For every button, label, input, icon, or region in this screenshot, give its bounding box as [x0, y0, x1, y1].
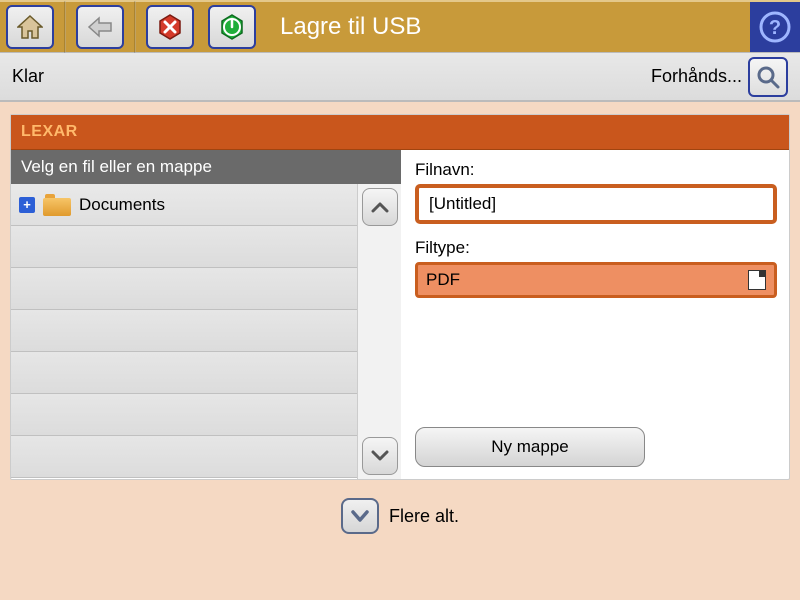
filename-label: Filnavn:: [415, 160, 777, 180]
scroll-down-button[interactable]: [362, 437, 398, 475]
file-row-empty: [11, 310, 357, 352]
more-options-label: Flere alt.: [389, 506, 459, 527]
back-button[interactable]: [76, 5, 124, 49]
status-text: Klar: [12, 66, 651, 87]
file-name: Documents: [79, 195, 165, 215]
svg-text:?: ?: [769, 17, 781, 39]
device-label: LEXAR: [11, 115, 789, 150]
home-button[interactable]: [6, 5, 54, 49]
title-bar: Lagre til USB ?: [0, 0, 800, 52]
file-browser-header: Velg en fil eller en mappe: [11, 150, 401, 184]
new-folder-button[interactable]: Ny mappe: [415, 427, 645, 467]
divider: [134, 1, 136, 53]
folder-icon: [43, 194, 71, 216]
scroll-column: [357, 184, 401, 479]
home-icon: [17, 15, 43, 39]
chevron-down-icon: [350, 509, 370, 523]
filename-input[interactable]: [Untitled]: [415, 184, 777, 224]
start-icon: [218, 13, 246, 41]
document-icon: [748, 270, 766, 290]
filetype-select[interactable]: PDF: [415, 262, 777, 298]
help-icon: ?: [758, 10, 792, 44]
filetype-value: PDF: [426, 270, 460, 290]
file-row-documents[interactable]: + Documents: [11, 184, 357, 226]
file-row-empty: [11, 394, 357, 436]
scroll-up-button[interactable]: [362, 188, 398, 226]
start-button[interactable]: [208, 5, 256, 49]
cancel-button[interactable]: [146, 5, 194, 49]
file-list-area: + Documents: [11, 184, 401, 479]
more-options-bar: Flere alt.: [0, 488, 800, 544]
more-options-button[interactable]: [341, 498, 379, 534]
expand-icon[interactable]: +: [19, 197, 35, 213]
chevron-up-icon: [371, 201, 389, 213]
cancel-icon: [156, 13, 184, 41]
file-row-empty: [11, 352, 357, 394]
back-arrow-icon: [87, 16, 113, 38]
file-row-empty: [11, 436, 357, 478]
file-row-empty: [11, 226, 357, 268]
file-row-empty: [11, 268, 357, 310]
chevron-down-icon: [371, 450, 389, 462]
spacer: [415, 298, 777, 427]
form-column: Filnavn: [Untitled] Filtype: PDF Ny mapp…: [401, 150, 789, 479]
page-title: Lagre til USB: [280, 13, 421, 41]
file-browser: Velg en fil eller en mappe + Documents: [11, 150, 401, 479]
main-area: LEXAR Velg en fil eller en mappe + Docum…: [0, 102, 800, 488]
filetype-label: Filtype:: [415, 238, 777, 258]
status-bar: Klar Forhånds...: [0, 52, 800, 102]
preview-label: Forhånds...: [651, 66, 742, 87]
new-folder-label: Ny mappe: [491, 437, 568, 457]
divider: [64, 1, 66, 53]
filename-value: [Untitled]: [429, 194, 496, 213]
magnify-icon: [755, 64, 781, 90]
help-button[interactable]: ?: [750, 2, 800, 52]
file-list: + Documents: [11, 184, 357, 479]
panel-body: Velg en fil eller en mappe + Documents: [11, 150, 789, 479]
usb-panel: LEXAR Velg en fil eller en mappe + Docum…: [10, 114, 790, 480]
preview-button[interactable]: [748, 57, 788, 97]
